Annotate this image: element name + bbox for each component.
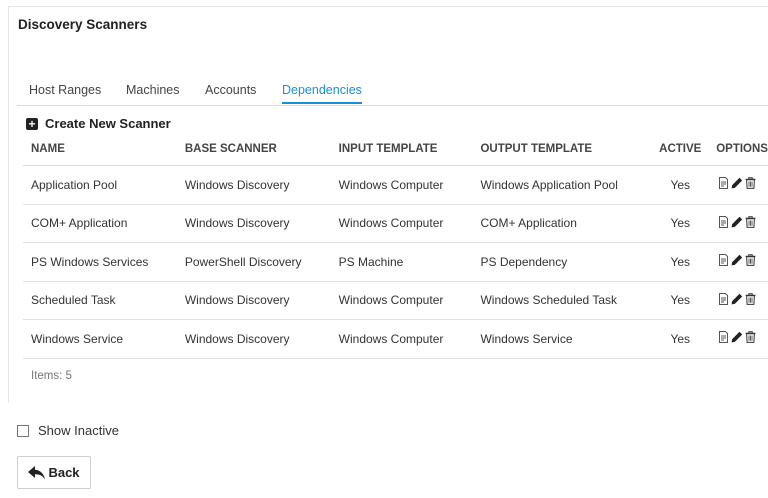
trash-icon[interactable] bbox=[745, 177, 756, 192]
cell-base-scanner: Windows Discovery bbox=[176, 165, 331, 205]
table-row[interactable]: Application Pool Windows Discovery Windows… bbox=[23, 165, 768, 205]
copy-icon[interactable] bbox=[718, 177, 729, 192]
trash-icon[interactable] bbox=[745, 216, 756, 231]
cell-input-template: Windows Computer bbox=[330, 165, 473, 205]
table-row[interactable]: Scheduled Task Windows Discovery Windows C… bbox=[23, 281, 768, 320]
back-label: Back bbox=[48, 465, 80, 480]
plus-square-icon: + bbox=[26, 117, 38, 130]
cell-active: Yes bbox=[652, 204, 709, 243]
pencil-icon[interactable] bbox=[731, 331, 743, 346]
cell-base-scanner: Windows Discovery bbox=[176, 281, 331, 320]
tab-dependencies[interactable]: Dependencies bbox=[282, 83, 362, 104]
cell-name: Scheduled Task bbox=[23, 281, 177, 320]
scanners-table: NAME BASE SCANNER INPUT TEMPLATE OUTPUT … bbox=[23, 133, 768, 359]
cell-name: Windows Service bbox=[23, 319, 177, 359]
cell-active: Yes bbox=[652, 242, 709, 282]
cell-base-scanner: PowerShell Discovery bbox=[176, 242, 331, 282]
cell-active: Yes bbox=[652, 165, 709, 205]
cell-options bbox=[708, 281, 768, 320]
cell-output-template: COM+ Application bbox=[472, 204, 653, 243]
cell-input-template: Windows Computer bbox=[330, 281, 473, 320]
column-header-output-template[interactable]: OUTPUT TEMPLATE bbox=[472, 133, 653, 166]
cell-output-template: Windows Service bbox=[472, 319, 653, 359]
cell-output-template: PS Dependency bbox=[472, 242, 653, 282]
cell-name: PS Windows Services bbox=[23, 242, 177, 282]
cell-input-template: Windows Computer bbox=[330, 204, 473, 243]
cell-options bbox=[708, 319, 768, 359]
cell-input-template: PS Machine bbox=[330, 242, 473, 282]
column-header-active[interactable]: ACTIVE bbox=[652, 133, 709, 166]
cell-input-template: Windows Computer bbox=[330, 319, 473, 359]
cell-name: COM+ Application bbox=[23, 204, 177, 243]
cell-name: Application Pool bbox=[23, 165, 177, 205]
trash-icon[interactable] bbox=[745, 331, 756, 346]
column-header-options: OPTIONS bbox=[708, 133, 768, 166]
tab-accounts[interactable]: Accounts bbox=[205, 83, 256, 104]
show-inactive-toggle[interactable]: Show Inactive bbox=[17, 423, 119, 438]
tab-bar: Host Ranges Machines Accounts Dependenci… bbox=[17, 83, 768, 106]
back-button[interactable]: Back bbox=[17, 456, 91, 489]
cell-options bbox=[708, 242, 768, 282]
trash-icon[interactable] bbox=[745, 254, 756, 269]
table-row[interactable]: COM+ Application Windows Discovery Windows… bbox=[23, 204, 768, 243]
pencil-icon[interactable] bbox=[731, 216, 743, 231]
cell-active: Yes bbox=[652, 281, 709, 320]
copy-icon[interactable] bbox=[718, 215, 729, 231]
trash-icon[interactable] bbox=[745, 293, 756, 308]
create-new-scanner-label: Create New Scanner bbox=[45, 116, 171, 131]
page-title: Discovery Scanners bbox=[18, 17, 148, 32]
cell-options bbox=[708, 204, 768, 243]
copy-icon[interactable] bbox=[718, 254, 729, 269]
cell-output-template: Windows Application Pool bbox=[472, 165, 653, 205]
cell-base-scanner: Windows Discovery bbox=[176, 319, 331, 359]
create-new-scanner-button[interactable]: + Create New Scanner bbox=[26, 116, 171, 131]
tab-machines[interactable]: Machines bbox=[126, 83, 180, 104]
pencil-icon[interactable] bbox=[731, 293, 743, 308]
column-header-name[interactable]: NAME bbox=[23, 133, 177, 166]
column-header-base-scanner[interactable]: BASE SCANNER bbox=[176, 133, 331, 166]
tab-host-ranges[interactable]: Host Ranges bbox=[29, 83, 101, 104]
table-header-row: NAME BASE SCANNER INPUT TEMPLATE OUTPUT … bbox=[23, 133, 768, 166]
items-count: Items: 5 bbox=[31, 370, 72, 382]
pencil-icon[interactable] bbox=[731, 254, 743, 269]
show-inactive-label: Show Inactive bbox=[38, 423, 119, 438]
column-header-input-template[interactable]: INPUT TEMPLATE bbox=[330, 133, 473, 166]
cell-base-scanner: Windows Discovery bbox=[176, 204, 331, 243]
cell-active: Yes bbox=[652, 319, 709, 359]
copy-icon[interactable] bbox=[718, 331, 729, 346]
table-row[interactable]: Windows Service Windows Discovery Windows … bbox=[23, 319, 768, 359]
table-row[interactable]: PS Windows Services PowerShell Discovery P… bbox=[23, 242, 768, 282]
pencil-icon[interactable] bbox=[731, 177, 743, 192]
cell-output-template: Windows Scheduled Task bbox=[472, 281, 653, 320]
show-inactive-checkbox[interactable] bbox=[17, 424, 29, 437]
cell-options bbox=[708, 165, 768, 205]
reply-arrow-icon bbox=[28, 465, 46, 479]
copy-icon[interactable] bbox=[718, 292, 729, 308]
